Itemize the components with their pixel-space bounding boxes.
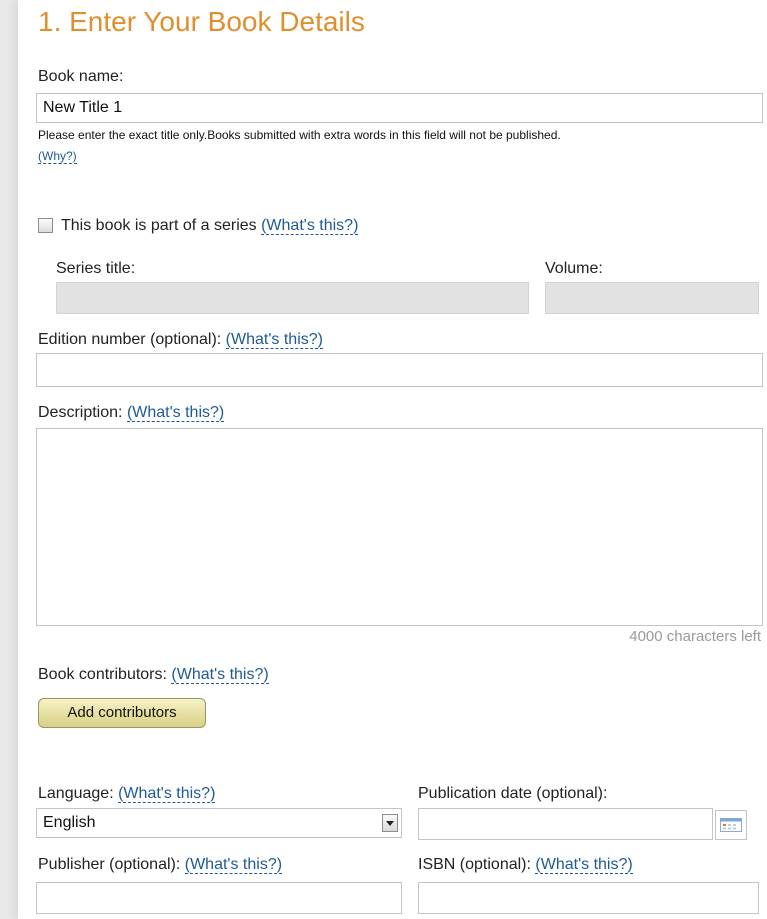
why-link-wrapper: (Why?) <box>38 149 77 164</box>
description-whats-this-link[interactable]: (What's this?) <box>126 404 225 422</box>
isbn-input[interactable] <box>418 882 759 914</box>
series-checkbox[interactable] <box>38 218 53 233</box>
series-whats-this-link[interactable]: (What's this?) <box>261 217 359 235</box>
language-label: Language: <box>38 785 114 802</box>
add-contributors-button[interactable]: Add contributors <box>38 698 206 728</box>
publisher-label: Publisher (optional): <box>38 856 181 873</box>
series-title-input[interactable] <box>56 282 529 314</box>
description-label: Description: <box>38 404 123 421</box>
book-details-form: 1. Enter Your Book Details Book name: Pl… <box>18 0 767 919</box>
chevron-down-icon[interactable] <box>382 814 398 832</box>
description-textarea[interactable] <box>36 428 763 626</box>
contributors-whats-this-link[interactable]: (What's this?) <box>171 666 269 684</box>
why-link[interactable]: (Why?) <box>38 149 77 164</box>
language-whats-this-link[interactable]: (What's this?) <box>118 785 216 803</box>
contributors-label: Book contributors: <box>38 666 167 683</box>
edition-whats-this-link[interactable]: (What's this?) <box>225 331 323 349</box>
publication-date-label: Publication date (optional): <box>418 785 608 802</box>
book-name-input[interactable] <box>36 93 763 123</box>
volume-input[interactable] <box>545 282 759 314</box>
calendar-icon <box>720 818 742 832</box>
isbn-whats-this-link[interactable]: (What's this?) <box>535 856 633 874</box>
edition-input[interactable] <box>36 353 763 387</box>
language-select[interactable]: English <box>36 808 402 838</box>
language-label-row: Language: (What's this?) <box>38 785 216 803</box>
publisher-input[interactable] <box>36 882 402 914</box>
contributors-label-row: Book contributors: (What's this?) <box>38 666 269 684</box>
isbn-label-row: ISBN (optional): (What's this?) <box>418 856 633 874</box>
publication-date-input[interactable] <box>418 808 713 840</box>
series-checkbox-label: This book is part of a series <box>61 217 257 234</box>
edition-label: Edition number (optional): <box>38 331 222 348</box>
book-name-hint: Please enter the exact title only.Books … <box>38 128 561 142</box>
volume-label: Volume: <box>545 260 603 277</box>
edition-label-row: Edition number (optional): (What's this?… <box>38 331 323 349</box>
series-title-label: Series title: <box>56 260 136 277</box>
publisher-whats-this-link[interactable]: (What's this?) <box>184 856 283 874</box>
isbn-label: ISBN (optional): <box>418 856 531 873</box>
publisher-label-row: Publisher (optional): (What's this?) <box>38 856 283 874</box>
description-label-row: Description: (What's this?) <box>38 404 225 422</box>
description-char-counter: 4000 characters left <box>629 628 761 645</box>
series-checkbox-row: This book is part of a series (What's th… <box>61 217 359 235</box>
page-title: 1. Enter Your Book Details <box>38 6 365 37</box>
language-selected-value: English <box>43 814 96 831</box>
book-name-label: Book name: <box>38 68 124 85</box>
calendar-button[interactable] <box>715 810 747 840</box>
